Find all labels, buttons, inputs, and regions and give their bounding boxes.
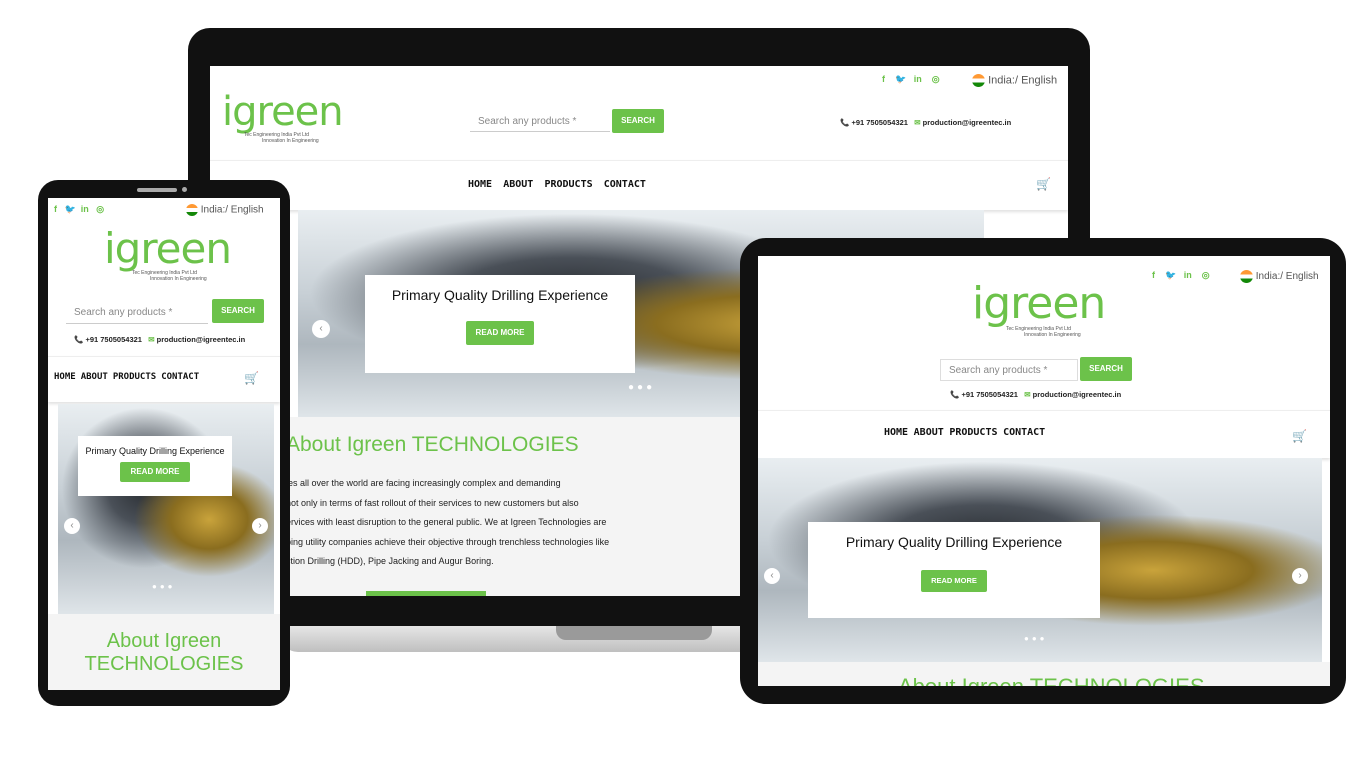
india-flag-icon xyxy=(1240,270,1253,283)
linkedin-icon[interactable]: in xyxy=(81,204,89,214)
nav-products[interactable]: PRODUCTS xyxy=(544,179,592,190)
logo[interactable]: igreen Tec Engineering India Pvt Ltd Inn… xyxy=(222,92,344,144)
phone-about-title-line1: About Igreen xyxy=(106,630,222,652)
phone-social-icons: f 🐦 in ◎ xyxy=(54,204,104,215)
about-button[interactable] xyxy=(366,591,486,596)
twitter-icon[interactable]: 🐦 xyxy=(895,74,906,84)
tablet-hero-title: Primary Quality Drilling Experience xyxy=(845,534,1063,550)
twitter-icon[interactable]: 🐦 xyxy=(1165,270,1176,280)
nav-home[interactable]: HOME xyxy=(468,179,492,190)
nav-about[interactable]: ABOUT xyxy=(503,179,533,190)
nav-products[interactable]: PRODUCTS xyxy=(113,372,156,382)
mail-icon: ✉ xyxy=(1024,390,1031,399)
next-arrow-icon[interactable]: › xyxy=(252,518,268,534)
cart-icon[interactable]: 🛒 xyxy=(1036,177,1051,191)
next-arrow-icon[interactable]: › xyxy=(1292,568,1308,584)
india-flag-icon xyxy=(972,74,985,87)
tablet-search-input[interactable]: Search any products * xyxy=(940,359,1078,381)
phone-contact-info: 📞 +91 7505054321 ✉ production@igreentec.… xyxy=(74,335,246,344)
phone-locale-selector[interactable]: India:/ English xyxy=(186,204,264,216)
phone-about-title-line2: TECHNOLOGIES xyxy=(84,653,244,675)
instagram-icon[interactable]: ◎ xyxy=(96,204,104,214)
search-input[interactable]: Search any products * xyxy=(470,112,610,132)
instagram-icon[interactable]: ◎ xyxy=(1202,270,1210,280)
nav-home[interactable]: HOME xyxy=(54,372,76,382)
tablet-navbar: HOME ABOUT PRODUCTS CONTACT 🛒 xyxy=(758,410,1330,458)
cart-icon[interactable]: 🛒 xyxy=(244,371,259,385)
nav-about[interactable]: ABOUT xyxy=(81,372,108,382)
phone-hero-title: Primary Quality Drilling Experience xyxy=(85,446,225,456)
phone-navbar: HOME ABOUT PRODUCTS CONTACT 🛒 xyxy=(48,356,280,402)
prev-arrow-icon[interactable]: ‹ xyxy=(64,518,80,534)
tablet-social-icons: f 🐦 in ◎ xyxy=(1152,270,1210,281)
slider-dots[interactable]: ●●● xyxy=(152,582,176,591)
tablet-hero-caption: Primary Quality Drilling Experience READ… xyxy=(808,522,1100,618)
tablet-logo[interactable]: igreen Tec Engineering India Pvt Ltd Inn… xyxy=(972,282,1106,339)
prev-arrow-icon[interactable]: ‹ xyxy=(764,568,780,584)
india-flag-icon xyxy=(186,204,198,216)
facebook-icon[interactable]: f xyxy=(54,204,57,214)
slider-dots[interactable]: ●●● xyxy=(1024,634,1048,643)
phone-icon: 📞 xyxy=(950,390,960,399)
nav-products[interactable]: PRODUCTS xyxy=(949,427,997,438)
twitter-icon[interactable]: 🐦 xyxy=(65,204,76,214)
phone-icon: 📞 xyxy=(840,118,850,127)
contact-info: 📞 +91 7505054321 ✉ production@igreentec.… xyxy=(840,118,1012,127)
about-title: About Igreen TECHNOLOGIES xyxy=(286,433,579,456)
facebook-icon[interactable]: f xyxy=(1152,270,1155,280)
phone-search-input[interactable]: Search any products * xyxy=(66,302,208,324)
prev-arrow-icon[interactable]: ‹ xyxy=(312,320,330,338)
tablet-hero-slider: ‹ › Primary Quality Drilling Experience … xyxy=(758,458,1322,662)
phone-search-button[interactable]: SEARCH xyxy=(212,299,264,323)
hero-caption: Primary Quality Drilling Experience READ… xyxy=(365,275,635,373)
phone-logo[interactable]: igreen Tec Engineering India Pvt Ltd Inn… xyxy=(104,228,232,283)
laptop-notch xyxy=(556,626,712,640)
nav-contact[interactable]: CONTACT xyxy=(161,372,199,382)
search-button[interactable]: SEARCH xyxy=(612,109,664,133)
tablet-about-section: About Igreen TECHNOLOGIES xyxy=(758,662,1330,686)
tablet-contact-info: 📞 +91 7505054321 ✉ production@igreentec.… xyxy=(950,390,1122,399)
locale-selector[interactable]: India:/ English xyxy=(972,74,1057,87)
phone-read-more-button[interactable]: READ MORE xyxy=(120,462,190,482)
nav-contact[interactable]: CONTACT xyxy=(604,179,646,190)
linkedin-icon[interactable]: in xyxy=(1184,270,1192,280)
read-more-button[interactable]: READ MORE xyxy=(466,321,534,345)
cart-icon[interactable]: 🛒 xyxy=(1292,429,1307,443)
phone-speaker xyxy=(137,188,177,192)
phone-about-section: About Igreen TECHNOLOGIES xyxy=(48,614,280,690)
phone-hero-slider: Primary Quality Drilling Experience READ… xyxy=(58,404,274,614)
tablet-search-button[interactable]: SEARCH xyxy=(1080,357,1132,381)
slider-dots[interactable]: ●●● xyxy=(628,382,655,393)
facebook-icon[interactable]: f xyxy=(882,74,885,84)
about-body: ies all over the world are facing increa… xyxy=(286,478,610,566)
tablet-about-title: About Igreen TECHNOLOGIES xyxy=(898,674,1205,686)
mail-icon: ✉ xyxy=(148,335,155,344)
linkedin-icon[interactable]: in xyxy=(914,74,922,84)
nav-contact[interactable]: CONTACT xyxy=(1003,427,1045,438)
instagram-icon[interactable]: ◎ xyxy=(932,74,940,84)
phone-icon: 📞 xyxy=(74,335,84,344)
nav-about[interactable]: ABOUT xyxy=(914,427,944,438)
tablet-screen: f 🐦 in ◎ India:/ English igreen Tec Engi… xyxy=(758,256,1330,686)
phone-screen: f 🐦 in ◎ India:/ English igreen Tec Engi… xyxy=(48,198,280,690)
mail-icon: ✉ xyxy=(914,118,921,127)
phone-hero-caption: Primary Quality Drilling Experience READ… xyxy=(78,436,232,496)
tablet-locale-selector[interactable]: India:/ English xyxy=(1240,270,1319,283)
social-icons: f 🐦 in ◎ xyxy=(882,74,940,85)
phone-camera xyxy=(182,187,187,192)
nav-home[interactable]: HOME xyxy=(884,427,908,438)
navbar: HOME ABOUT PRODUCTS CONTACT 🛒 xyxy=(210,160,1068,210)
tablet-read-more-button[interactable]: READ MORE xyxy=(921,570,987,592)
hero-title: Primary Quality Drilling Experience xyxy=(391,287,609,303)
